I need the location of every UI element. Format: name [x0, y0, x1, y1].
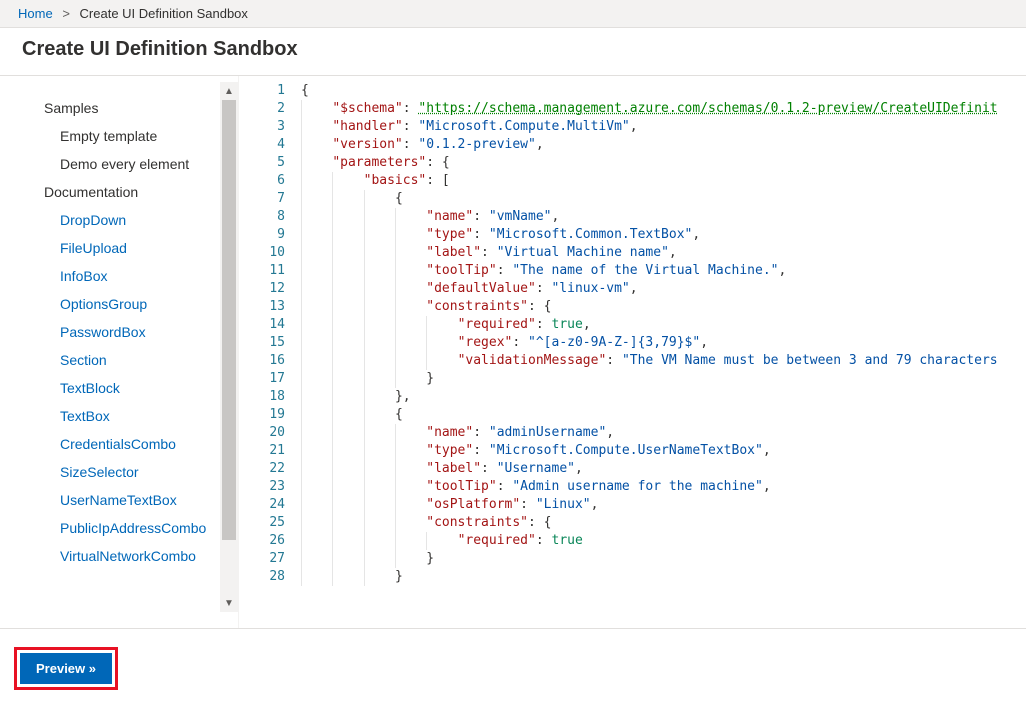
workspace: SamplesEmpty templateDemo every elementD… [0, 76, 1026, 628]
line-number: 25 [239, 514, 285, 532]
sidebar-item-dropdown[interactable]: DropDown [0, 206, 238, 234]
code-line[interactable]: "label": "Username", [301, 460, 1026, 478]
code-line[interactable]: "type": "Microsoft.Common.TextBox", [301, 226, 1026, 244]
line-number: 1 [239, 82, 285, 100]
line-number: 13 [239, 298, 285, 316]
scroll-down-icon[interactable]: ▼ [220, 594, 238, 612]
code-line[interactable]: "regex": "^[a-z0-9A-Z-]{3,79}$", [301, 334, 1026, 352]
line-number: 12 [239, 280, 285, 298]
line-number: 22 [239, 460, 285, 478]
code-line[interactable]: }, [301, 388, 1026, 406]
code-line[interactable]: "basics": [ [301, 172, 1026, 190]
line-number: 10 [239, 244, 285, 262]
sidebar: SamplesEmpty templateDemo every elementD… [0, 76, 238, 628]
line-number: 21 [239, 442, 285, 460]
sidebar-item-publicipaddresscombo[interactable]: PublicIpAddressCombo [0, 514, 238, 542]
line-number: 20 [239, 424, 285, 442]
line-number-gutter: 1234567891011121314151617181920212223242… [239, 76, 301, 628]
footer: Preview » [0, 628, 1026, 708]
preview-highlight: Preview » [14, 647, 118, 690]
line-number: 16 [239, 352, 285, 370]
page-title: Create UI Definition Sandbox [0, 28, 1026, 76]
line-number: 15 [239, 334, 285, 352]
code-line[interactable]: "defaultValue": "linux-vm", [301, 280, 1026, 298]
code-line[interactable]: } [301, 370, 1026, 388]
line-number: 6 [239, 172, 285, 190]
sidebar-item-demo-every-element[interactable]: Demo every element [0, 150, 238, 178]
line-number: 18 [239, 388, 285, 406]
sidebar-item-usernametextbox[interactable]: UserNameTextBox [0, 486, 238, 514]
sidebar-item-optionsgroup[interactable]: OptionsGroup [0, 290, 238, 318]
line-number: 23 [239, 478, 285, 496]
code-line[interactable]: "required": true [301, 532, 1026, 550]
breadcrumb: Home > Create UI Definition Sandbox [0, 0, 1026, 28]
sidebar-group-header[interactable]: Documentation [0, 178, 238, 206]
line-number: 5 [239, 154, 285, 172]
sidebar-item-passwordbox[interactable]: PasswordBox [0, 318, 238, 346]
line-number: 26 [239, 532, 285, 550]
code-line[interactable]: } [301, 550, 1026, 568]
line-number: 14 [239, 316, 285, 334]
code-line[interactable]: "version": "0.1.2-preview", [301, 136, 1026, 154]
line-number: 11 [239, 262, 285, 280]
line-number: 27 [239, 550, 285, 568]
sidebar-item-empty-template[interactable]: Empty template [0, 122, 238, 150]
sidebar-item-fileupload[interactable]: FileUpload [0, 234, 238, 262]
code-line[interactable]: "toolTip": "The name of the Virtual Mach… [301, 262, 1026, 280]
sidebar-item-sizeselector[interactable]: SizeSelector [0, 458, 238, 486]
code-line[interactable]: { [301, 190, 1026, 208]
line-number: 17 [239, 370, 285, 388]
line-number: 3 [239, 118, 285, 136]
sidebar-item-virtualnetworkcombo[interactable]: VirtualNetworkCombo [0, 542, 238, 570]
breadcrumb-separator-icon: > [62, 6, 70, 21]
line-number: 2 [239, 100, 285, 118]
code-line[interactable]: "osPlatform": "Linux", [301, 496, 1026, 514]
code-line[interactable]: "validationMessage": "The VM Name must b… [301, 352, 1026, 370]
code-line[interactable]: { [301, 82, 1026, 100]
line-number: 19 [239, 406, 285, 424]
code-line[interactable]: "handler": "Microsoft.Compute.MultiVm", [301, 118, 1026, 136]
sidebar-item-textbox[interactable]: TextBox [0, 402, 238, 430]
sidebar-item-textblock[interactable]: TextBlock [0, 374, 238, 402]
code-line[interactable]: "label": "Virtual Machine name", [301, 244, 1026, 262]
code-line[interactable]: "constraints": { [301, 514, 1026, 532]
code-editor[interactable]: 1234567891011121314151617181920212223242… [238, 76, 1026, 628]
sidebar-scrollbar[interactable]: ▲ ▼ [220, 82, 238, 612]
code-line[interactable]: } [301, 568, 1026, 586]
sidebar-item-credentialscombo[interactable]: CredentialsCombo [0, 430, 238, 458]
line-number: 8 [239, 208, 285, 226]
breadcrumb-current: Create UI Definition Sandbox [80, 6, 248, 21]
sidebar-item-infobox[interactable]: InfoBox [0, 262, 238, 290]
scroll-up-icon[interactable]: ▲ [220, 82, 238, 100]
line-number: 24 [239, 496, 285, 514]
line-number: 4 [239, 136, 285, 154]
breadcrumb-home-link[interactable]: Home [18, 6, 53, 21]
code-line[interactable]: "toolTip": "Admin username for the machi… [301, 478, 1026, 496]
line-number: 9 [239, 226, 285, 244]
sidebar-group-header[interactable]: Samples [0, 94, 238, 122]
code-line[interactable]: "constraints": { [301, 298, 1026, 316]
scroll-track[interactable] [220, 100, 238, 594]
code-line[interactable]: "type": "Microsoft.Compute.UserNameTextB… [301, 442, 1026, 460]
scroll-thumb[interactable] [222, 100, 236, 540]
code-line[interactable]: "parameters": { [301, 154, 1026, 172]
code-line[interactable]: "name": "adminUsername", [301, 424, 1026, 442]
code-line[interactable]: "name": "vmName", [301, 208, 1026, 226]
code-line[interactable]: { [301, 406, 1026, 424]
line-number: 7 [239, 190, 285, 208]
sidebar-item-section[interactable]: Section [0, 346, 238, 374]
code-line[interactable]: "$schema": "https://schema.management.az… [301, 100, 1026, 118]
code-content[interactable]: { "$schema": "https://schema.management.… [301, 76, 1026, 628]
preview-button[interactable]: Preview » [20, 653, 112, 684]
line-number: 28 [239, 568, 285, 586]
code-line[interactable]: "required": true, [301, 316, 1026, 334]
